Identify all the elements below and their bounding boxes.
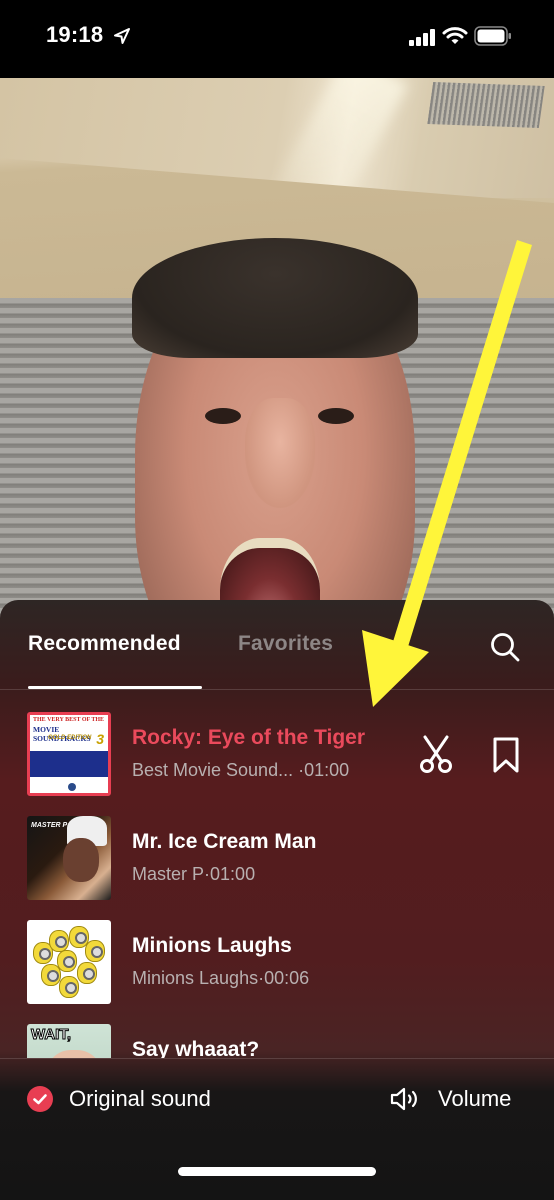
status-bar: 19:18 bbox=[0, 0, 554, 78]
album-cover: WAIT, bbox=[27, 1024, 111, 1058]
camera-preview bbox=[0, 78, 554, 678]
track-title: Say whaaat? bbox=[132, 1038, 260, 1058]
track-meta: Best Movie Sound... ·01:00 bbox=[132, 760, 349, 781]
track-list: THE VERY BEST OF THE MOVIE SOUNDTRACKS G… bbox=[0, 700, 554, 1058]
checkmark-circle-icon[interactable] bbox=[27, 1086, 53, 1112]
tab-recommended[interactable]: Recommended bbox=[28, 632, 181, 656]
wifi-icon bbox=[442, 27, 468, 44]
track-row[interactable]: Minions Laughs Minions Laughs·00:06 bbox=[0, 908, 554, 1012]
cover-figure bbox=[41, 964, 61, 986]
bookmark-icon[interactable] bbox=[490, 736, 522, 774]
cover-figure bbox=[77, 962, 97, 984]
cover-figure bbox=[85, 940, 105, 962]
cover-figure bbox=[59, 976, 79, 998]
volume-button[interactable]: Volume bbox=[390, 1084, 530, 1114]
cover-figure bbox=[63, 838, 99, 882]
cellular-signal-icon bbox=[409, 29, 435, 46]
cover-figure bbox=[49, 930, 69, 952]
home-indicator bbox=[178, 1167, 376, 1176]
album-cover bbox=[27, 920, 111, 1004]
track-duration: 00:06 bbox=[264, 968, 310, 988]
track-artist: Best Movie Sound... bbox=[132, 760, 294, 780]
cover-figure bbox=[45, 1050, 103, 1058]
cover-logo bbox=[68, 783, 76, 791]
location-arrow-icon bbox=[114, 28, 130, 44]
cover-text: THE VERY BEST OF THE bbox=[33, 717, 105, 723]
track-meta: Master P·01:00 bbox=[132, 864, 255, 885]
person-eye-left bbox=[205, 408, 241, 424]
cover-text: 3 bbox=[96, 731, 104, 747]
volume-label: Volume bbox=[438, 1086, 512, 1111]
album-cover: THE VERY BEST OF THE MOVIE SOUNDTRACKS G… bbox=[27, 712, 111, 796]
person-eye-right bbox=[318, 408, 354, 424]
sound-tabs: Recommended Favorites bbox=[0, 600, 554, 690]
track-row[interactable]: WAIT, Say whaaat? bbox=[0, 1012, 554, 1058]
track-artist: Master P bbox=[132, 864, 205, 884]
track-artist: Minions Laughs bbox=[132, 968, 259, 988]
battery-icon bbox=[474, 26, 511, 46]
track-title: Minions Laughs bbox=[132, 934, 292, 957]
search-icon[interactable] bbox=[488, 630, 522, 664]
track-duration: 01:00 bbox=[210, 864, 256, 884]
original-sound-label: Original sound bbox=[69, 1086, 211, 1111]
person-hair bbox=[132, 238, 418, 358]
album-cover: MASTER P bbox=[27, 816, 111, 900]
ceiling-vent bbox=[427, 82, 545, 128]
track-row[interactable]: MASTER P Mr. Ice Cream Man Master P·01:0… bbox=[0, 804, 554, 908]
person-nose bbox=[245, 398, 315, 508]
tab-favorites[interactable]: Favorites bbox=[238, 632, 333, 656]
track-title: Rocky: Eye of the Tiger bbox=[132, 726, 366, 749]
sound-panel: Recommended Favorites THE VERY BEST OF T… bbox=[0, 600, 554, 1200]
tabs-divider bbox=[0, 689, 554, 690]
cover-text: MASTER P bbox=[31, 822, 68, 829]
cover-text: GOLD EDITION bbox=[48, 735, 92, 741]
status-time: 19:18 bbox=[46, 22, 104, 47]
film-strip bbox=[30, 751, 108, 777]
track-row-selected[interactable]: THE VERY BEST OF THE MOVIE SOUNDTRACKS G… bbox=[0, 700, 554, 804]
scissors-icon[interactable] bbox=[418, 734, 454, 774]
speaker-icon bbox=[390, 1087, 417, 1111]
track-meta: Minions Laughs·00:06 bbox=[132, 968, 309, 989]
cover-text: WAIT, bbox=[31, 1026, 72, 1044]
track-duration: 01:00 bbox=[304, 760, 350, 780]
footer-divider bbox=[0, 1058, 554, 1059]
track-title: Mr. Ice Cream Man bbox=[132, 830, 317, 853]
